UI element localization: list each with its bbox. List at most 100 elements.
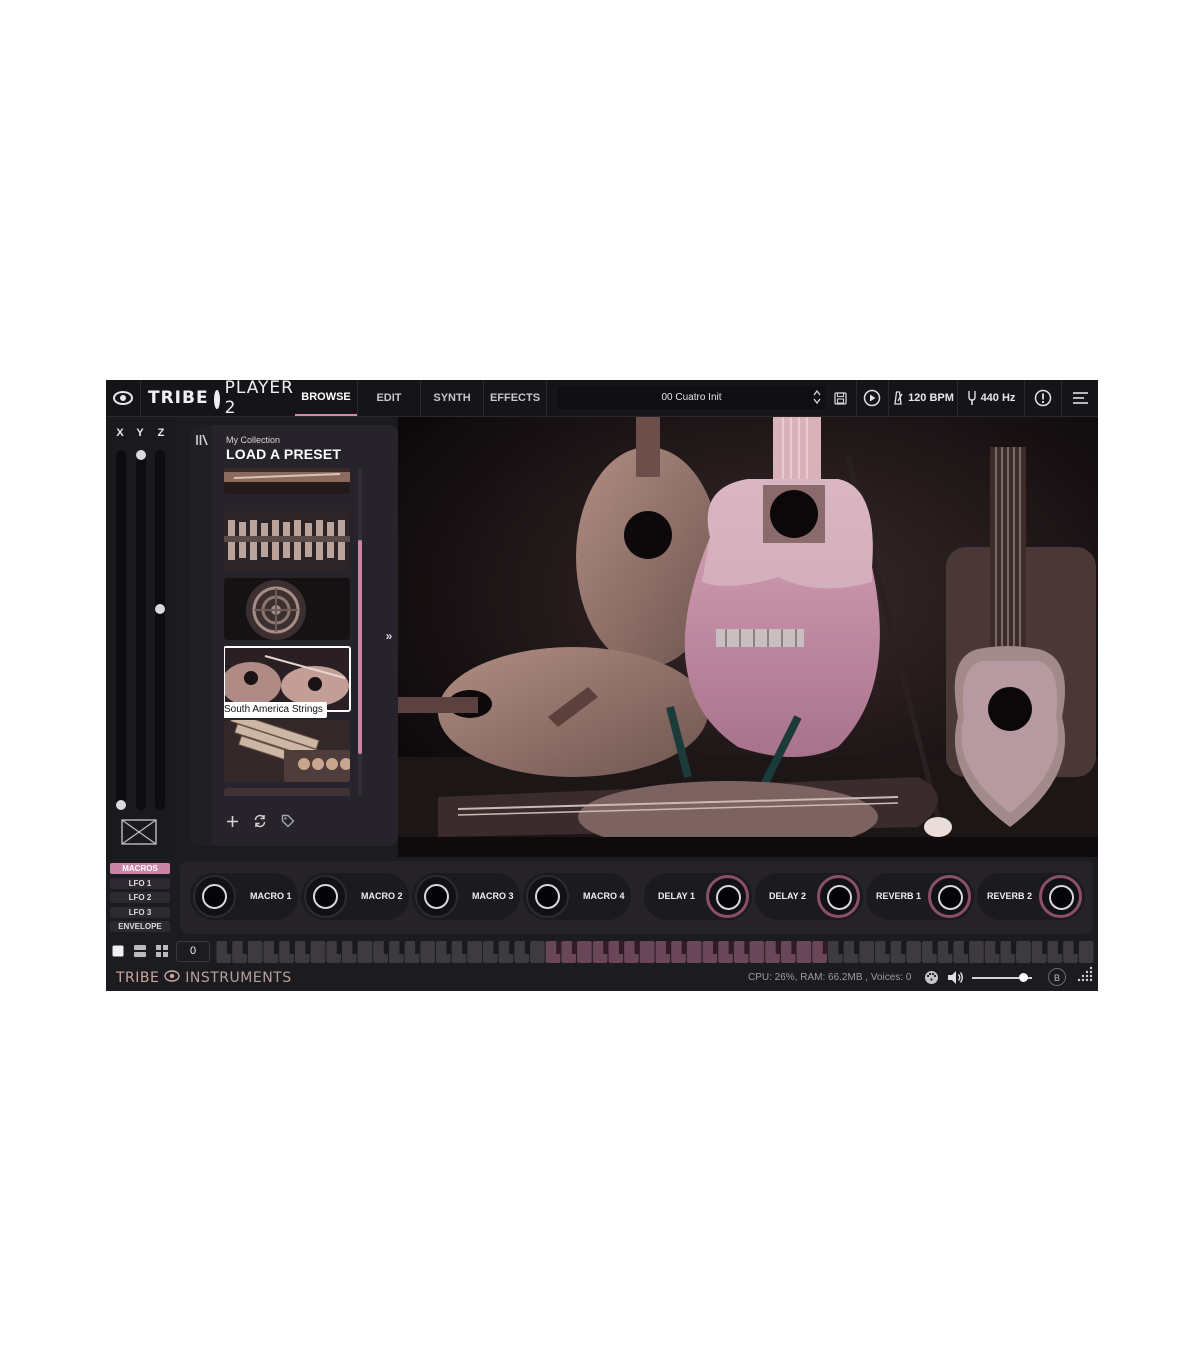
z-slider[interactable]: [155, 450, 165, 810]
reverb-2-knob[interactable]: [1039, 875, 1082, 918]
macro-4-label: MACRO 4: [583, 891, 625, 901]
octave-value: 0: [189, 945, 197, 957]
tab-synth[interactable]: SYNTH: [421, 380, 483, 416]
z-label: Z: [157, 427, 165, 439]
reverb-1-control[interactable]: REVERB 1: [866, 873, 974, 920]
library-icon[interactable]: [195, 433, 209, 447]
delay-1-control[interactable]: DELAY 1: [644, 873, 752, 920]
macro-1-control[interactable]: MACRO 1: [190, 873, 298, 920]
tempo-display[interactable]: 120 BPM: [890, 380, 956, 416]
b-toggle-label: B: [1053, 973, 1060, 983]
preset-thumbnail-list[interactable]: South America Strings: [224, 468, 352, 796]
brand-player: PLAYER 2: [224, 380, 294, 418]
macro-3-knob[interactable]: [415, 875, 458, 918]
white-key: [686, 941, 702, 963]
modulation-mode-list: MACROS LFO 1 LFO 2 LFO 3 ENVELOPE: [110, 863, 172, 936]
macro-2-control[interactable]: MACRO 2: [301, 873, 409, 920]
menu-icon[interactable]: [1062, 380, 1098, 416]
white-key: [749, 941, 765, 963]
mode-lfo1[interactable]: LFO 1: [110, 877, 170, 889]
macro-1-knob[interactable]: [193, 875, 236, 918]
tuning-display[interactable]: 440 Hz: [959, 380, 1023, 416]
save-icon[interactable]: [828, 380, 852, 416]
macro-3-label: MACRO 3: [472, 891, 514, 901]
x-slider-handle[interactable]: [116, 800, 126, 810]
white-key: [357, 941, 373, 963]
tribe-player-window: TRIBE PLAYER 2 BROWSE EDIT SYNTH EFFECTS…: [106, 380, 1098, 991]
xy-pad-icon[interactable]: [121, 819, 157, 845]
delay-2-control[interactable]: DELAY 2: [755, 873, 863, 920]
mode-macros[interactable]: MACROS: [110, 863, 170, 874]
reverb-1-knob[interactable]: [928, 875, 971, 918]
preset-thumbnail[interactable]: [224, 720, 350, 782]
x-slider[interactable]: [116, 450, 126, 810]
load-preset-title: LOAD A PRESET: [226, 446, 342, 462]
browser-scrollbar[interactable]: [358, 468, 362, 796]
reverb-2-control[interactable]: REVERB 2: [977, 873, 1085, 920]
browser-rail: [190, 425, 212, 846]
browser-scrollbar-thumb[interactable]: [358, 540, 362, 754]
play-icon[interactable]: [857, 380, 887, 416]
collapse-panel-icon[interactable]: »: [380, 627, 398, 645]
z-slider-handle[interactable]: [155, 604, 165, 614]
volume-icon[interactable]: [947, 970, 964, 990]
grid-view-icon[interactable]: [156, 944, 168, 957]
preset-prev-next[interactable]: [811, 388, 823, 407]
preset-name: 00 Cuatro Init: [661, 392, 722, 403]
volume-slider-handle[interactable]: [1019, 973, 1028, 982]
delay-1-label: DELAY 1: [658, 891, 696, 901]
macro-4-control[interactable]: MACRO 4: [523, 873, 631, 920]
footer-bar: TRIBE INSTRUMENTS CPU: 26%, RAM: 66.2MB …: [106, 964, 1098, 991]
macro-3-control[interactable]: MACRO 3: [412, 873, 520, 920]
reverb-1-label: REVERB 1: [876, 891, 922, 901]
macro-4-knob[interactable]: [526, 875, 569, 918]
white-key: [530, 941, 545, 963]
refresh-icon[interactable]: [252, 813, 268, 829]
preset-thumbnail[interactable]: [224, 788, 350, 796]
preset-thumbnail[interactable]: [224, 510, 350, 572]
mode-envelope[interactable]: ENVELOPE: [110, 921, 170, 932]
delay-2-knob[interactable]: [817, 875, 860, 918]
instrument-hero-image: [398, 417, 1098, 857]
macro-2-label: MACRO 2: [361, 891, 403, 901]
piano-keyboard[interactable]: [216, 941, 1094, 963]
single-view-icon[interactable]: [112, 944, 124, 957]
y-slider-handle[interactable]: [136, 450, 146, 460]
x-label: X: [116, 427, 124, 439]
metronome-icon: [894, 391, 903, 405]
octave-stepper[interactable]: 0: [176, 941, 210, 962]
preset-selector[interactable]: 00 Cuatro Init: [558, 386, 825, 409]
cpu-ram-voices: CPU: 26%, RAM: 66.2MB , Voices: 0: [748, 972, 912, 983]
mode-lfo2[interactable]: LFO 2: [110, 892, 170, 903]
macro-strip: MACRO 1 MACRO 2 MACRO 3 MACRO 4 DELAY 1 …: [180, 861, 1093, 934]
tribe-eye-icon: [164, 970, 181, 982]
tab-browse[interactable]: BROWSE: [295, 380, 357, 416]
alert-icon[interactable]: [1026, 380, 1060, 416]
b-toggle[interactable]: B: [1048, 968, 1066, 986]
preset-thumbnail[interactable]: [224, 578, 350, 640]
add-icon[interactable]: [224, 813, 240, 829]
y-slider[interactable]: [136, 450, 146, 810]
y-label: Y: [136, 427, 144, 439]
selected-preset-label: South America Strings: [224, 702, 327, 718]
collection-label: My Collection: [226, 435, 281, 445]
resize-handle-icon[interactable]: [1075, 966, 1093, 989]
eye-icon[interactable]: [106, 380, 140, 416]
tuning-value: 440 Hz: [980, 392, 1016, 404]
white-key: [906, 941, 922, 963]
xyz-panel: X Y Z: [106, 417, 176, 858]
tab-edit[interactable]: EDIT: [358, 380, 420, 416]
tag-icon[interactable]: [280, 813, 296, 829]
brand-tribe: TRIBE: [148, 388, 209, 408]
macro-2-knob[interactable]: [304, 875, 347, 918]
browser-toolbar: [224, 813, 296, 829]
mode-lfo3[interactable]: LFO 3: [110, 906, 170, 918]
split-view-icon[interactable]: [134, 944, 146, 957]
preset-thumbnail[interactable]: [224, 468, 350, 494]
logo-ring-icon: [213, 389, 220, 409]
footer-brand-instruments: INSTRUMENTS: [185, 970, 292, 986]
delay-1-knob[interactable]: [706, 875, 749, 918]
tab-effects[interactable]: EFFECTS: [484, 380, 546, 416]
midi-icon[interactable]: [924, 970, 939, 990]
tuning-fork-icon: [967, 391, 976, 405]
